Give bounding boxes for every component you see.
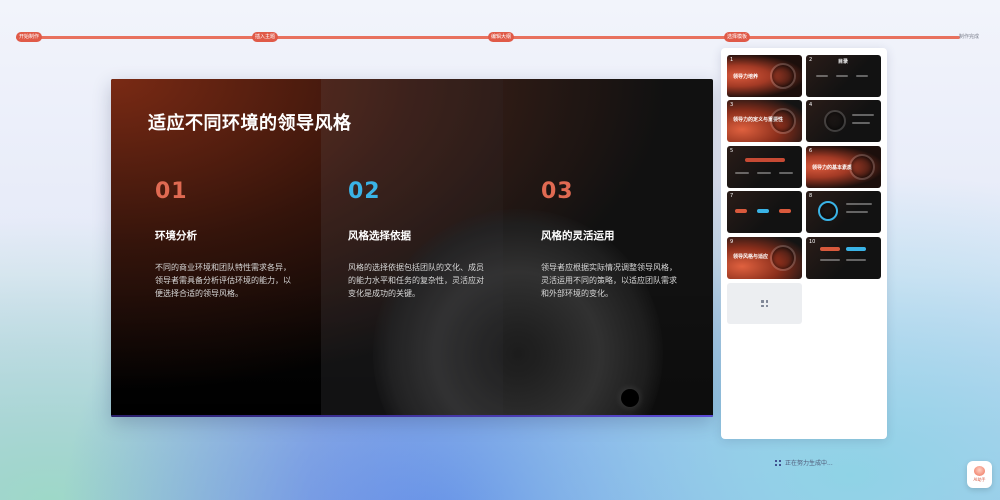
slide-preview: 适应不同环境的领导风格 01 环境分析 不同的商业环境和团队特性需求各异，领导者…	[111, 79, 713, 417]
progress-step-4[interactable]: 选择模板	[724, 32, 751, 42]
slide-column-2: 02 风格选择依据 风格的选择依据包括团队的文化、成员的能力水平和任务的复杂性，…	[348, 179, 488, 300]
column-heading: 环境分析	[155, 230, 197, 242]
thumbnail-bar	[735, 172, 749, 174]
assistant-label: AI助手	[973, 477, 986, 482]
thumbnail-bar	[820, 259, 840, 261]
lens-dot-graphic	[621, 389, 639, 407]
thumbnail-bar	[757, 209, 769, 213]
thumbnail-bar	[846, 259, 866, 261]
thumbnail-title: 目录	[838, 59, 849, 65]
lens-graphic	[849, 154, 875, 180]
thumbnail-loading-placeholder	[727, 283, 802, 324]
thumbnail-number: 1	[730, 57, 734, 63]
status-text: 正在努力生成中...	[785, 460, 833, 467]
slide-thumbnail-2[interactable]: 2 目录	[806, 55, 881, 97]
column-body: 领导者应根据实际情况调整领导风格，灵活运用不同的策略，以适应团队需求和外部环境的…	[541, 263, 677, 298]
thumbnail-bar	[846, 203, 872, 205]
thumbnail-title: 领导力的基本素质	[812, 165, 853, 171]
thumbnail-number: 8	[809, 193, 813, 199]
thumbnail-bar	[852, 122, 870, 124]
thumbnail-bar	[757, 172, 771, 174]
thumbnail-bar	[779, 172, 793, 174]
thumbnail-number: 10	[809, 239, 816, 245]
slide-title: 适应不同环境的领导风格	[148, 113, 352, 134]
thumbnail-title: 领导风格与适应	[733, 254, 769, 260]
thumbnail-number: 6	[809, 148, 813, 154]
column-number: 02	[348, 179, 381, 204]
assistant-avatar-icon	[974, 466, 985, 476]
thumbnail-number: 2	[809, 57, 813, 63]
thumbnail-number: 5	[730, 148, 734, 154]
grid-icon	[775, 459, 781, 466]
grid-icon	[761, 300, 768, 307]
slide-bottom-line	[111, 415, 713, 417]
slide-thumbnail-5[interactable]: 5	[727, 146, 802, 188]
thumbnail-number: 7	[730, 193, 734, 199]
slide-thumbnail-4[interactable]: 4	[806, 100, 881, 142]
slide-column-1: 01 环境分析 不同的商业环境和团队特性需求各异，领导者需具备分析评估环境的能力…	[155, 179, 295, 300]
thumbnail-bar	[745, 158, 785, 162]
progress-step-2[interactable]: 插入主题	[252, 32, 279, 42]
thumbnail-bar	[820, 247, 840, 251]
ai-assistant-button[interactable]: AI助手	[967, 461, 992, 488]
column-heading: 风格的灵活运用	[541, 230, 615, 242]
column-number: 03	[541, 179, 574, 204]
column-body: 风格的选择依据包括团队的文化、成员的能力水平和任务的复杂性，灵活应对变化是成功的…	[348, 263, 484, 298]
slide-thumbnail-7[interactable]: 7	[727, 191, 802, 233]
lens-graphic	[770, 245, 796, 271]
thumbnail-bar	[852, 114, 874, 116]
thumbnail-number: 3	[730, 102, 734, 108]
lens-graphic	[770, 63, 796, 89]
progress-step-end: 制作完成	[959, 34, 980, 40]
generation-status: 正在努力生成中...	[775, 458, 833, 467]
lens-graphic	[824, 110, 846, 132]
thumbnail-bar	[816, 75, 828, 77]
thumbnail-number: 4	[809, 102, 813, 108]
thumbnail-bar	[846, 247, 866, 251]
thumbnail-bar	[856, 75, 868, 77]
slide-thumbnail-1[interactable]: 1 领导力培养	[727, 55, 802, 97]
thumbnail-number: 9	[730, 239, 734, 245]
thumbnail-title: 领导力培养	[733, 74, 759, 80]
thumbnail-bar	[846, 211, 868, 213]
slide-column-3: 03 风格的灵活运用 领导者应根据实际情况调整领导风格，灵活运用不同的策略，以适…	[541, 179, 681, 300]
thumbnail-bar	[836, 75, 848, 77]
progress-step-3[interactable]: 编辑大纲	[488, 32, 515, 42]
column-heading: 风格选择依据	[348, 230, 411, 242]
slide-thumbnail-9[interactable]: 9 领导风格与适应	[727, 237, 802, 279]
thumbnail-bar	[779, 209, 791, 213]
lens-graphic	[770, 108, 796, 134]
column-number: 01	[155, 179, 188, 204]
slide-thumbnail-3[interactable]: 3 领导力的定义与重要性	[727, 100, 802, 142]
thumbnail-bar	[735, 209, 747, 213]
column-body: 不同的商业环境和团队特性需求各异，领导者需具备分析评估环境的能力，以便选择合适的…	[155, 263, 291, 298]
slide-thumbnail-10[interactable]: 10	[806, 237, 881, 279]
progress-step-1[interactable]: 开始制作	[16, 32, 43, 42]
slide-thumbnail-6[interactable]: 6 领导力的基本素质	[806, 146, 881, 188]
slide-thumbnail-8[interactable]: 8	[806, 191, 881, 233]
lens-graphic	[818, 201, 838, 221]
